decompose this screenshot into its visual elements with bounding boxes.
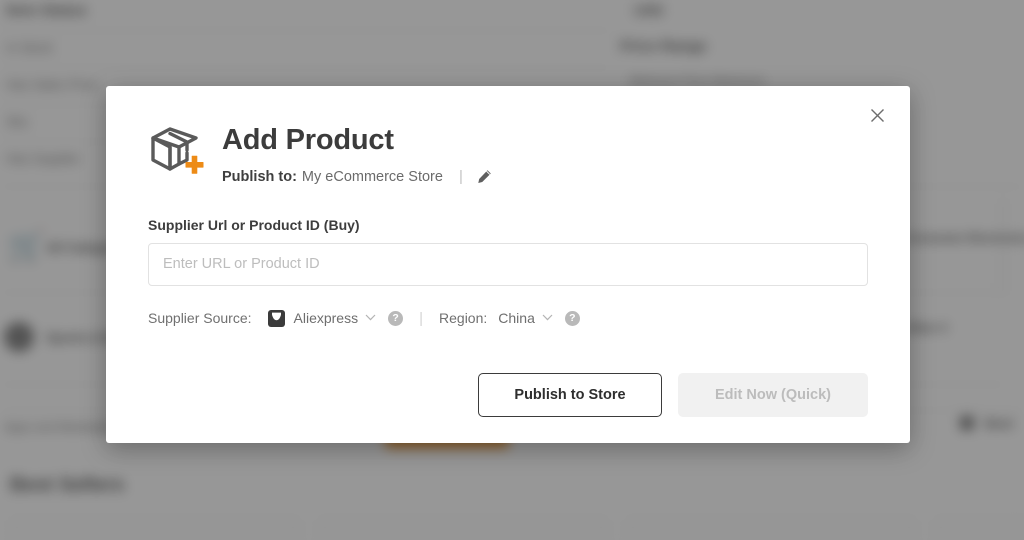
bg-other-count: Other 0 xyxy=(905,321,948,335)
supplier-url-input[interactable] xyxy=(148,242,868,286)
publish-to-store-button[interactable]: Publish to Store xyxy=(478,372,662,417)
bg-sports-icon xyxy=(4,322,34,352)
bg-has-sales-price-label: Has Sales Price xyxy=(6,77,99,92)
region-dropdown[interactable]: China xyxy=(498,310,553,326)
supplier-url-label: Supplier Url or Product ID (Buy) xyxy=(148,216,360,233)
bg-card xyxy=(318,518,608,540)
bg-divider xyxy=(0,30,612,31)
publish-to-label: Publish to: xyxy=(222,168,297,185)
close-icon[interactable] xyxy=(864,102,890,128)
bg-item-status-label: Item Status xyxy=(6,2,87,19)
header-separator: | xyxy=(458,168,463,186)
bg-best-sellers-heading: Best Sellers xyxy=(10,474,125,496)
publish-to-store-value: My eCommerce Store xyxy=(301,168,443,185)
bg-best-label: Best xyxy=(985,416,1014,431)
bg-usd-label: USD xyxy=(634,2,664,18)
bg-consumer-electronics-count: Consumer Electronics 0 xyxy=(905,231,1024,245)
region-help-icon[interactable]: ? xyxy=(564,310,580,326)
region-label: Region: xyxy=(439,310,488,327)
bg-has-supplier-label: Has Supplier xyxy=(6,151,81,166)
add-product-modal: Add Product Publish to: My eCommerce Sto… xyxy=(106,86,910,443)
bg-divider xyxy=(0,67,612,68)
supplier-source-value: Aliexpress xyxy=(293,310,359,327)
pencil-icon[interactable] xyxy=(475,167,495,187)
package-add-icon xyxy=(148,124,206,180)
bg-cart-icon: 🛒 xyxy=(8,230,46,263)
bg-price-range-label: Price Range xyxy=(620,38,707,55)
bg-card xyxy=(1000,200,1006,294)
supplier-source-help-icon[interactable]: ? xyxy=(388,310,404,326)
bg-badge xyxy=(960,416,974,430)
source-region-divider: | xyxy=(419,309,424,327)
chevron-down-icon xyxy=(542,313,553,324)
supplier-source-dropdown[interactable]: Aliexpress xyxy=(294,310,377,326)
bg-in-stock-label: In Stock xyxy=(6,40,53,55)
page-title: Add Product xyxy=(222,124,394,156)
bg-card xyxy=(10,518,300,540)
header-text-block: Add Product Publish to: My eCommerce Sto… xyxy=(222,122,495,187)
modal-footer: Publish to Store Edit Now (Quick) xyxy=(148,372,868,417)
supplier-source-row: Supplier Source: Aliexpress ? | Region: … xyxy=(148,309,868,327)
bg-card xyxy=(626,518,916,540)
edit-now-quick-button[interactable]: Edit Now (Quick) xyxy=(678,372,868,417)
chevron-down-icon xyxy=(365,313,376,324)
bg-sku-label: Sku xyxy=(6,114,29,129)
bg-card xyxy=(934,518,1024,540)
aliexpress-icon xyxy=(267,309,285,327)
supplier-source-label: Supplier Source: xyxy=(148,310,252,327)
modal-header: Add Product Publish to: My eCommerce Sto… xyxy=(148,122,868,187)
region-value: China xyxy=(498,310,535,327)
publish-to-row: Publish to: My eCommerce Store | xyxy=(222,167,495,187)
modal-body: Add Product Publish to: My eCommerce Sto… xyxy=(106,86,910,417)
supplier-url-field-block: Supplier Url or Product ID (Buy) xyxy=(148,217,868,286)
screen: Item Status In Stock Has Sales Price Sku… xyxy=(0,0,1024,540)
